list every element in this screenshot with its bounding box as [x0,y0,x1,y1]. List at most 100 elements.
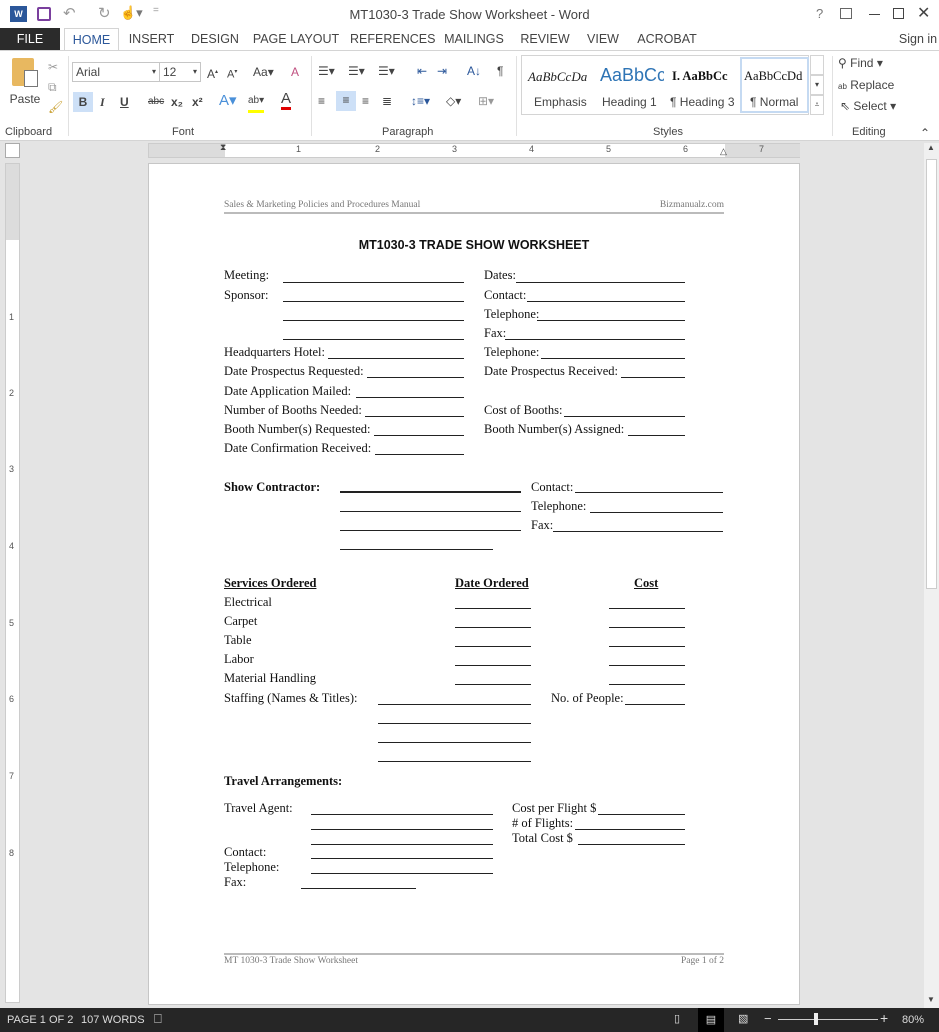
align-left-icon[interactable]: ≡ [318,92,325,110]
cut-icon[interactable]: ✂ [48,58,58,76]
styles-scroll-up[interactable] [810,55,824,75]
zoom-out-button[interactable]: − [764,1011,772,1026]
styles-more[interactable]: ⩡ [810,95,824,115]
blank-line[interactable] [378,742,531,743]
underline-button[interactable]: U [120,93,129,111]
blank-line[interactable] [378,704,531,705]
scroll-down-arrow[interactable]: ▼ [927,995,935,1004]
decrease-indent-icon[interactable]: ⇤ [417,62,427,80]
blank-line[interactable] [283,301,464,302]
minimize-button[interactable] [869,14,880,15]
align-right-icon[interactable]: ≡ [362,92,369,110]
style-heading-3[interactable]: I. AaBbCc ¶ Heading 3 [668,56,738,114]
blank-line[interactable] [628,435,685,436]
blank-line[interactable] [609,684,685,685]
blank-line[interactable] [575,492,723,493]
blank-line[interactable] [340,549,493,550]
blank-line[interactable] [311,829,493,830]
shading-icon[interactable]: ◇▾ [446,92,461,110]
blank-line[interactable] [564,416,685,417]
maximize-button[interactable] [893,8,904,19]
proofing-icon[interactable]: ⎕ [154,1011,162,1027]
paste-button[interactable]: Paste [6,56,46,116]
blank-line[interactable] [455,665,531,666]
font-size-select[interactable]: 12 ▾ [159,62,201,82]
blank-line[interactable] [537,320,685,321]
line-spacing-icon[interactable]: ↕≡▾ [411,92,430,110]
blank-line[interactable] [575,829,685,830]
blank-line[interactable] [374,435,464,436]
blank-line[interactable] [340,511,521,512]
font-name-select[interactable]: Arial ▾ [72,62,160,82]
blank-line[interactable] [527,301,685,302]
tab-view[interactable]: VIEW [582,28,624,50]
blank-line[interactable] [311,844,493,845]
grow-font-icon[interactable]: A▴ [207,63,218,83]
tab-file[interactable]: FILE [0,28,60,50]
blank-line[interactable] [340,491,521,493]
blank-line[interactable] [340,530,521,531]
ribbon-display-options-icon[interactable] [840,8,852,19]
styles-scroll-down[interactable]: ▾ [810,75,824,95]
select-button[interactable]: ⇖ Select ▾ [840,97,896,115]
blank-line[interactable] [455,684,531,685]
strikethrough-button[interactable]: abc [148,93,164,111]
blank-line[interactable] [367,377,464,378]
horizontal-ruler[interactable]: 1 2 3 4 5 6 7 ⧗ △ [148,142,800,158]
blank-line[interactable] [283,339,464,340]
justify-icon[interactable]: ≣ [382,92,392,110]
blank-line[interactable] [621,377,685,378]
blank-line[interactable] [328,358,464,359]
align-center-icon[interactable]: ≡ [336,91,356,111]
collapse-ribbon-icon[interactable]: ⌃ [920,124,930,142]
blank-line[interactable] [455,646,531,647]
read-mode-icon[interactable]: ▯ [674,1012,680,1025]
bullets-icon[interactable]: ☰▾ [318,62,335,80]
tab-mailings[interactable]: MAILINGS [442,28,506,50]
highlight-icon[interactable]: ab▾ [248,92,265,113]
blank-line[interactable] [311,814,493,815]
tab-page-layout[interactable]: PAGE LAYOUT [252,28,340,50]
blank-line[interactable] [301,888,416,889]
blank-line[interactable] [375,454,464,455]
tab-acrobat[interactable]: ACROBAT [634,28,700,50]
blank-line[interactable] [311,873,493,874]
increase-indent-icon[interactable]: ⇥ [437,62,447,80]
word-count[interactable]: 107 WORDS [81,1014,145,1026]
blank-line[interactable] [505,339,685,340]
sort-icon[interactable]: A↓ [467,62,481,80]
bold-button[interactable]: B [73,92,93,112]
blank-line[interactable] [609,608,685,609]
find-button[interactable]: ⚲ Find ▾ [838,54,883,72]
blank-line[interactable] [553,531,723,532]
close-button[interactable]: ✕ [917,3,930,23]
tab-review[interactable]: REVIEW [518,28,572,50]
blank-line[interactable] [516,282,685,283]
zoom-level[interactable]: 80% [902,1014,924,1026]
vertical-ruler[interactable]: 1 2 3 4 5 6 7 8 [5,163,20,1003]
multilevel-list-icon[interactable]: ☰▾ [378,62,395,80]
scroll-thumb[interactable] [926,159,937,589]
clear-formatting-icon[interactable]: A [291,63,299,81]
ruler-corner[interactable] [5,143,20,158]
text-effects-icon[interactable]: A▾ [219,92,237,110]
blank-line[interactable] [590,512,723,513]
web-layout-icon[interactable]: ▧ [738,1012,748,1025]
numbering-icon[interactable]: ☰▾ [348,62,365,80]
blank-line[interactable] [625,704,685,705]
blank-line[interactable] [283,320,464,321]
borders-icon[interactable]: ⊞▾ [478,92,494,110]
blank-line[interactable] [455,608,531,609]
help-button[interactable]: ? [816,6,823,21]
zoom-slider[interactable] [778,1019,878,1020]
font-color-icon[interactable]: A [281,91,292,110]
style-emphasis[interactable]: AaBbCcDa Emphasis [522,56,594,114]
blank-line[interactable] [378,761,531,762]
blank-line[interactable] [541,358,685,359]
blank-line[interactable] [283,282,464,283]
blank-line[interactable] [598,814,685,815]
italic-button[interactable]: I [100,93,105,111]
replace-button[interactable]: ab Replace [838,76,894,96]
right-indent-marker[interactable]: △ [720,146,727,157]
zoom-in-button[interactable]: + [880,1010,888,1026]
